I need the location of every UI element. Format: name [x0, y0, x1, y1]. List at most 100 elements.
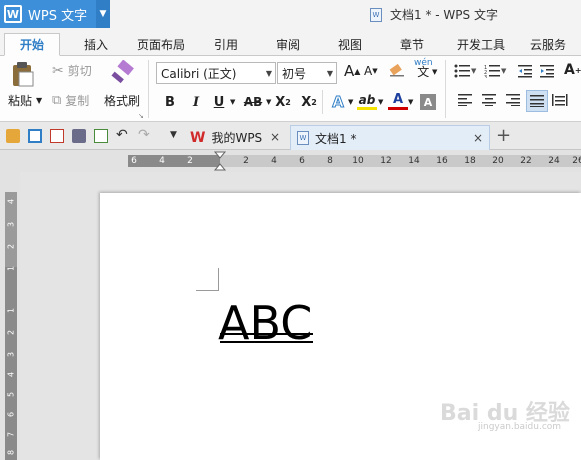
- quick-access-dropdown-icon[interactable]: ▼: [170, 130, 177, 140]
- indent-icon: [540, 65, 554, 78]
- chevron-down-icon[interactable]: ▼: [432, 68, 437, 76]
- format-painter-icon: [111, 60, 134, 84]
- tab-review[interactable]: 审阅: [266, 33, 310, 56]
- subscript-button[interactable]: X2: [299, 92, 319, 112]
- paste-button[interactable]: 粘贴: [8, 60, 36, 109]
- ruler-number: 6: [299, 156, 305, 166]
- sort-button[interactable]: A +: [564, 62, 581, 78]
- grow-font-button[interactable]: A ▲: [344, 62, 360, 80]
- ruler-number: 3: [6, 221, 16, 228]
- tab-home[interactable]: 开始: [4, 33, 60, 56]
- strikethrough-button[interactable]: AB: [240, 92, 266, 112]
- font-name-select[interactable]: Calibri (正文) ▼: [156, 62, 276, 84]
- numbered-list-icon: 1 2 3: [484, 65, 500, 78]
- superscript-button[interactable]: X2: [273, 92, 293, 112]
- bold-button[interactable]: B: [160, 92, 180, 112]
- ribbon-home: 粘贴 ▼ ✂ 剪切 ⧉ 复制 格式刷 ↘ Calibri (正文) ▼ 初号 ▼…: [0, 56, 581, 122]
- export-pdf-icon[interactable]: [50, 129, 64, 143]
- document-icon: W: [297, 131, 309, 145]
- wps-logo-icon: W: [4, 5, 22, 23]
- align-center-button[interactable]: [482, 94, 496, 106]
- chevron-down-icon[interactable]: ▼: [96, 0, 110, 28]
- chevron-down-icon[interactable]: ▼: [266, 98, 271, 106]
- clear-format-button[interactable]: [388, 62, 406, 80]
- tab-document1[interactable]: W 文档1 * ×: [290, 125, 490, 150]
- italic-button[interactable]: I: [186, 92, 206, 112]
- ruler-number: 10: [352, 156, 364, 166]
- subscript-marker: 2: [311, 97, 317, 107]
- distributed-button[interactable]: [552, 94, 568, 106]
- copy-button[interactable]: ⧉ 复制: [52, 92, 89, 109]
- tab-my-wps[interactable]: W 我的WPS ×: [184, 125, 286, 150]
- tab-references[interactable]: 引用: [204, 33, 248, 56]
- chevron-down-icon[interactable]: ▼: [378, 98, 383, 106]
- horizontal-ruler[interactable]: 6 4 2 2 4 6 8 10 12 14 16 18 20 22 24 26: [0, 150, 581, 172]
- superscript-label: X: [275, 94, 286, 110]
- indent-marker-icon[interactable]: [213, 150, 227, 172]
- chevron-down-icon[interactable]: ▼: [348, 98, 353, 106]
- print-icon[interactable]: [72, 129, 86, 143]
- save-icon[interactable]: [28, 129, 42, 143]
- vertical-ruler[interactable]: 4 3 2 1 1 2 3 4 5 6 7 8: [0, 172, 20, 460]
- underline-button[interactable]: U: [209, 92, 229, 112]
- ruler-number: 1: [6, 307, 16, 314]
- numbering-button[interactable]: 1 2 3 ▼: [484, 64, 506, 78]
- redo-icon[interactable]: ↷: [138, 127, 150, 143]
- tab-cloud-service[interactable]: 云服务: [522, 33, 574, 56]
- phonetic-icon: 文: [417, 65, 430, 79]
- font-color-button[interactable]: A: [388, 92, 408, 110]
- copy-icon: ⧉: [52, 93, 62, 108]
- cut-button[interactable]: ✂ 剪切: [52, 62, 92, 79]
- align-right-button[interactable]: [506, 94, 520, 106]
- tab-developer[interactable]: 开发工具: [450, 33, 512, 56]
- undo-icon[interactable]: ↶: [116, 127, 128, 143]
- quick-access-and-tabs: ↶ ↷ ▼ W 我的WPS × W 文档1 * × +: [0, 122, 581, 150]
- print-preview-icon[interactable]: [94, 129, 108, 143]
- tab-chapter[interactable]: 章节: [390, 33, 434, 56]
- menu-bar: 开始 插入 页面布局 引用 审阅 视图 章节 开发工具 云服务: [0, 30, 581, 56]
- highlight-button[interactable]: ab: [357, 92, 377, 110]
- character-shading-button[interactable]: A: [420, 94, 436, 110]
- document-text[interactable]: ABC: [218, 300, 312, 346]
- divider: [148, 60, 149, 118]
- double-strikethrough-line: [220, 341, 313, 343]
- chevron-down-icon[interactable]: ▼: [230, 98, 235, 106]
- text-effect-button[interactable]: A: [328, 92, 348, 112]
- tab-view[interactable]: 视图: [328, 33, 372, 56]
- open-folder-icon[interactable]: [6, 129, 20, 143]
- ruler-number: 18: [464, 156, 476, 166]
- decrease-indent-button[interactable]: [518, 64, 532, 78]
- close-icon[interactable]: ×: [270, 130, 280, 144]
- wps-logo-icon: W: [190, 129, 206, 146]
- app-menu-button[interactable]: W WPS 文字 ▼: [0, 0, 110, 28]
- format-painter-button[interactable]: 格式刷: [104, 60, 140, 109]
- grow-font-icon: A: [344, 62, 355, 80]
- shrink-font-button[interactable]: A ▼: [364, 64, 378, 78]
- distribute-icon: [552, 94, 568, 106]
- ruler-number: 2: [6, 243, 16, 250]
- ruler-number: 5: [6, 391, 16, 398]
- watermark-url: jingyan.baidu.com: [478, 422, 562, 432]
- cut-label: 剪切: [67, 64, 92, 78]
- phonetic-guide-button[interactable]: wén 文: [414, 59, 433, 79]
- ruler-number: 1: [6, 265, 16, 272]
- tab-insert[interactable]: 插入: [72, 33, 120, 56]
- page-margin-marker: [196, 268, 219, 291]
- align-left-button[interactable]: [458, 94, 472, 106]
- copy-label: 复制: [65, 94, 90, 108]
- font-name-value: Calibri (正文): [161, 66, 237, 81]
- bullet-list-icon: [454, 64, 470, 78]
- paste-dropdown-icon[interactable]: ▼: [36, 96, 42, 105]
- ruler-number: 2: [243, 156, 249, 166]
- ruler-number: 8: [6, 449, 16, 456]
- tab-page-layout[interactable]: 页面布局: [130, 33, 192, 56]
- justify-button[interactable]: [526, 90, 548, 112]
- ruler-number: 20: [492, 156, 504, 166]
- font-size-select[interactable]: 初号 ▼: [277, 62, 337, 84]
- clipboard-expand-icon[interactable]: ↘: [138, 112, 144, 120]
- increase-indent-button[interactable]: [540, 64, 554, 78]
- close-icon[interactable]: ×: [473, 131, 483, 145]
- bullets-button[interactable]: ▼: [454, 64, 476, 78]
- add-tab-icon[interactable]: +: [496, 125, 511, 146]
- chevron-down-icon[interactable]: ▼: [408, 98, 413, 106]
